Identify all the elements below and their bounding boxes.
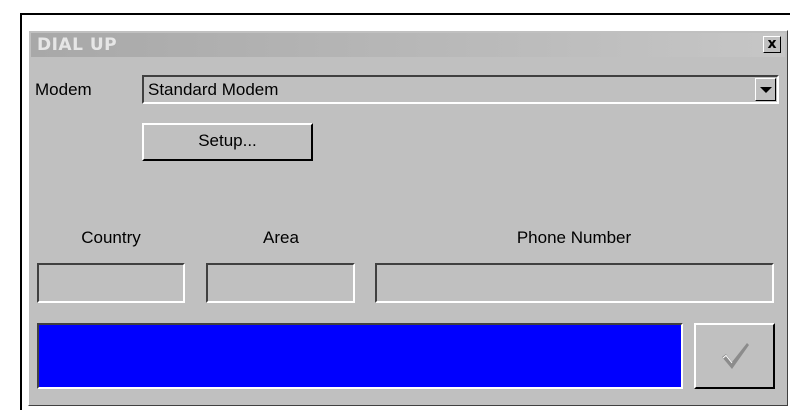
phone-number-label: Phone Number xyxy=(516,228,632,247)
title-bar[interactable]: DIAL UP x xyxy=(31,33,785,57)
modem-label: Modem xyxy=(35,80,92,99)
top-strip xyxy=(0,0,790,8)
status-bar xyxy=(37,323,683,389)
ok-button[interactable] xyxy=(694,323,775,389)
dropdown-arrow-icon[interactable] xyxy=(755,78,776,101)
modem-select-value: Standard Modem xyxy=(148,80,279,99)
area-label: Area xyxy=(263,228,299,247)
country-field[interactable] xyxy=(37,263,185,303)
country-label: Country xyxy=(81,228,141,247)
dial-up-dialog: DIAL UP x Modem Standard Modem Setup... … xyxy=(28,30,788,406)
window-title: DIAL UP xyxy=(37,35,118,55)
close-button[interactable]: x xyxy=(763,36,781,53)
area-field[interactable] xyxy=(206,263,355,303)
setup-button[interactable]: Setup... xyxy=(142,123,313,161)
phone-number-field[interactable] xyxy=(375,263,774,303)
checkmark-icon xyxy=(722,343,749,369)
modem-select[interactable]: Standard Modem xyxy=(142,75,779,104)
